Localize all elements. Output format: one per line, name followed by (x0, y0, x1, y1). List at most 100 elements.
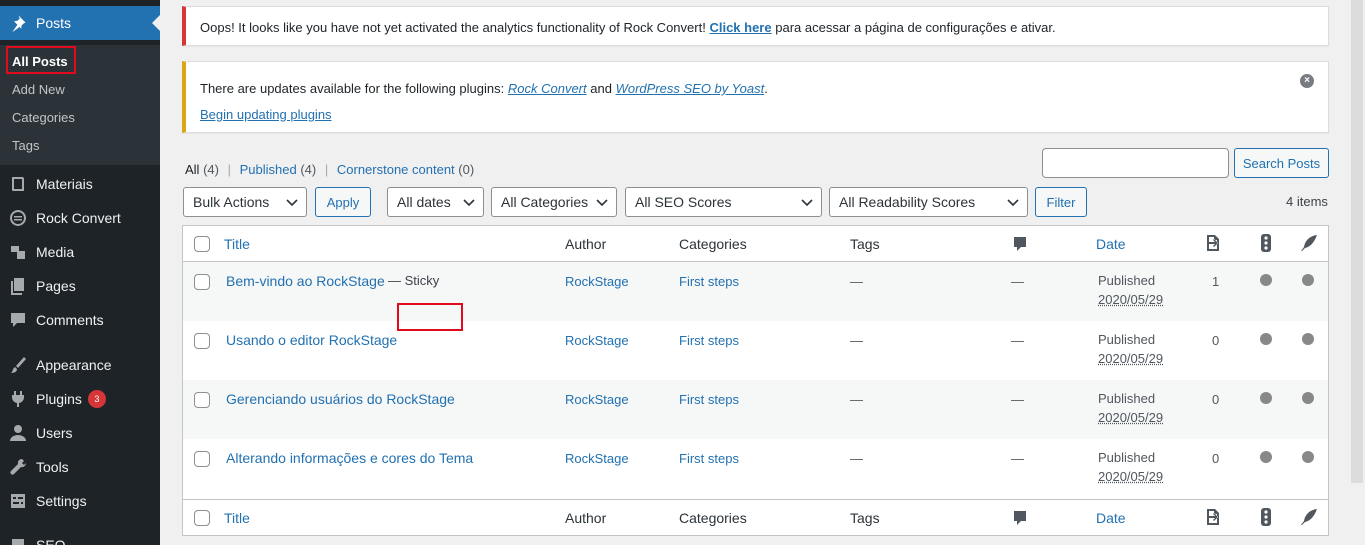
post-title-link[interactable]: Usando o editor RockStage (226, 332, 397, 348)
readability-score-dot (1302, 392, 1314, 404)
row-checkbox[interactable] (194, 274, 210, 290)
post-author-link[interactable]: RockStage (565, 274, 629, 289)
menu-plugins[interactable]: Plugins 3 (0, 382, 160, 416)
bulk-actions-value: Bulk Actions (193, 194, 269, 210)
page-scrollbar-thumb[interactable] (1351, 0, 1363, 483)
menu-pages-label: Pages (36, 278, 76, 294)
error-message: Oops! It looks like you have not yet act… (200, 20, 706, 35)
menu-comments-label: Comments (36, 312, 104, 328)
comment-bubble-icon (1010, 234, 1030, 257)
post-category-link[interactable]: First steps (679, 333, 739, 348)
menu-tools[interactable]: Tools (0, 450, 160, 484)
settings-sliders-icon (0, 491, 36, 511)
menu-settings-label: Settings (36, 493, 87, 509)
menu-seo[interactable]: SEO (0, 528, 160, 545)
menu-materiais[interactable]: Materiais (0, 167, 160, 201)
post-author-link[interactable]: RockStage (565, 333, 629, 348)
post-status: Published (1098, 273, 1155, 288)
seo-score-filter-value: All SEO Scores (635, 194, 731, 210)
seo-traffic-light-icon (1256, 233, 1276, 256)
column-author: Author (565, 510, 606, 526)
filter-button[interactable]: Filter (1035, 187, 1087, 217)
post-date: Published 2020/05/29 (1098, 448, 1163, 486)
select-all-checkbox[interactable] (194, 236, 210, 252)
categories-filter-select[interactable]: All Categories (491, 187, 617, 217)
post-title-link[interactable]: Gerenciando usuários do RockStage (226, 391, 455, 407)
menu-settings[interactable]: Settings (0, 484, 160, 518)
seo-score-dot (1260, 274, 1272, 286)
post-title-link[interactable]: Alterando informações e cores do Tema (226, 450, 473, 466)
menu-pages[interactable]: Pages (0, 269, 160, 303)
post-comments: — (1011, 274, 1024, 289)
user-icon (0, 423, 36, 443)
sticky-label: — Sticky (388, 273, 439, 288)
menu-tools-label: Tools (36, 459, 69, 475)
table-row: Gerenciando usuários do RockStage RockSt… (183, 380, 1328, 439)
chevron-down-icon (800, 195, 814, 209)
row-checkbox[interactable] (194, 333, 210, 349)
post-date: Published 2020/05/29 (1098, 389, 1163, 427)
post-internal-links-count: 0 (1212, 333, 1219, 348)
posts-table: Title Author Categories Tags Date Bem-vi… (182, 225, 1329, 536)
bulk-actions-select[interactable]: Bulk Actions (183, 187, 307, 217)
menu-media[interactable]: Media (0, 235, 160, 269)
post-tags: — (850, 392, 863, 407)
post-author-link[interactable]: RockStage (565, 392, 629, 407)
view-published-count: (4) (300, 162, 316, 177)
begin-updating-plugins-link[interactable]: Begin updating plugins (200, 107, 332, 122)
readability-filter-select[interactable]: All Readability Scores (829, 187, 1028, 217)
column-tags: Tags (850, 510, 880, 526)
column-title[interactable]: Title (224, 510, 250, 526)
chevron-down-icon (1006, 195, 1020, 209)
column-date[interactable]: Date (1096, 510, 1126, 526)
post-category-link[interactable]: First steps (679, 451, 739, 466)
view-published-link[interactable]: Published (240, 162, 297, 177)
menu-users[interactable]: Users (0, 416, 160, 450)
seo-score-dot (1260, 392, 1272, 404)
column-date[interactable]: Date (1096, 236, 1126, 252)
column-title[interactable]: Title (224, 236, 250, 252)
comment-bubble-icon (1010, 508, 1030, 531)
internal-links-icon (1202, 507, 1222, 530)
highlight-box-all-posts (6, 46, 76, 74)
chevron-down-icon (462, 195, 476, 209)
post-category-link[interactable]: First steps (679, 274, 739, 289)
post-title-link[interactable]: Bem-vindo ao RockStage (226, 273, 385, 289)
select-all-checkbox-footer[interactable] (194, 510, 210, 526)
post-author-link[interactable]: RockStage (565, 451, 629, 466)
menu-users-label: Users (36, 425, 73, 441)
submenu-categories[interactable]: Categories (12, 110, 75, 125)
activate-analytics-link[interactable]: Click here (709, 20, 771, 35)
seo-score-filter-select[interactable]: All SEO Scores (625, 187, 822, 217)
view-separator: | (325, 162, 328, 177)
menu-media-label: Media (36, 244, 74, 260)
yoast-plugin-link[interactable]: WordPress SEO by Yoast (616, 81, 765, 96)
rock-convert-plugin-link[interactable]: Rock Convert (508, 81, 587, 96)
apply-bulk-button[interactable]: Apply (315, 187, 371, 217)
menu-posts[interactable]: Posts (0, 6, 160, 40)
table-header-row: Title Author Categories Tags Date (183, 226, 1328, 262)
post-date-value: 2020/05/29 (1098, 292, 1163, 307)
post-date-value: 2020/05/29 (1098, 351, 1163, 366)
menu-rock-convert[interactable]: Rock Convert (0, 201, 160, 235)
menu-appearance[interactable]: Appearance (0, 348, 160, 382)
dates-filter-select[interactable]: All dates (387, 187, 484, 217)
view-cornerstone-link[interactable]: Cornerstone content (337, 162, 455, 177)
readability-feather-icon (1299, 233, 1319, 256)
post-tags: — (850, 333, 863, 348)
submenu-tags[interactable]: Tags (12, 138, 39, 153)
menu-comments[interactable]: Comments (0, 303, 160, 337)
search-posts-input[interactable] (1042, 148, 1229, 178)
dates-filter-value: All dates (397, 194, 451, 210)
items-count: 4 items (1286, 194, 1328, 209)
post-tags: — (850, 274, 863, 289)
view-all-link[interactable]: All (185, 162, 199, 177)
submenu-add-new[interactable]: Add New (12, 82, 65, 97)
search-posts-button[interactable]: Search Posts (1234, 148, 1329, 178)
pin-icon (0, 13, 36, 33)
row-checkbox[interactable] (194, 451, 210, 467)
dismiss-notice-icon[interactable]: × (1300, 74, 1314, 88)
post-category-link[interactable]: First steps (679, 392, 739, 407)
chevron-down-icon (285, 195, 299, 209)
row-checkbox[interactable] (194, 392, 210, 408)
